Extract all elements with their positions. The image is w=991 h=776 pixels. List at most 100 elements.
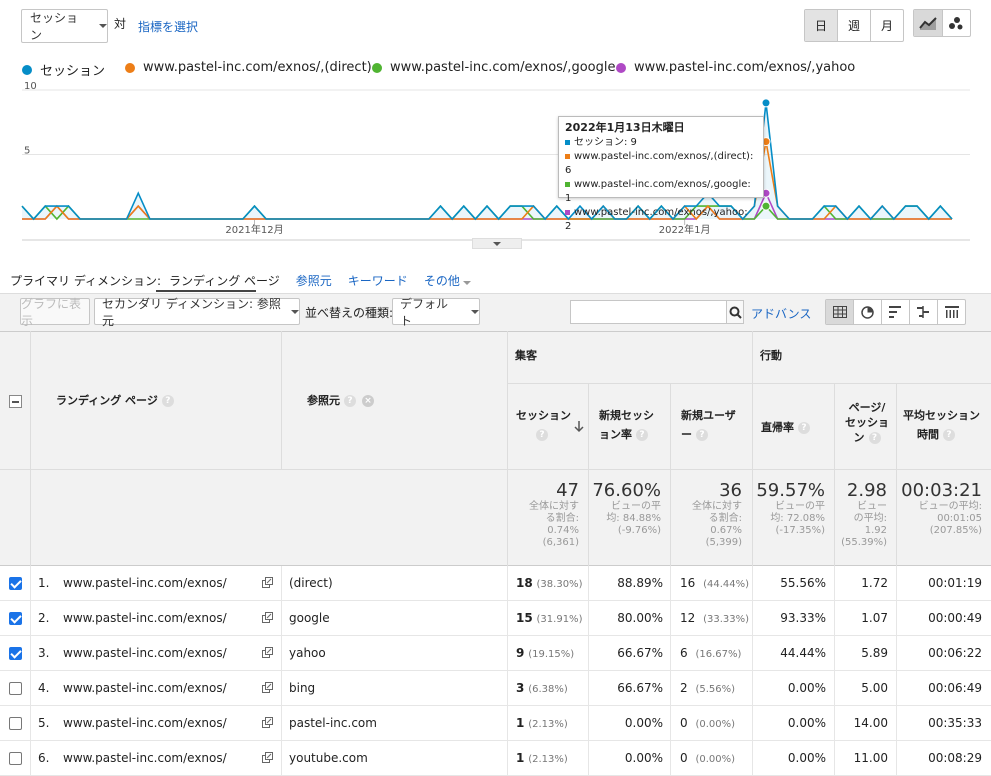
help-icon[interactable]: ?: [161, 395, 174, 407]
landing-page-link[interactable]: www.pastel-inc.com/exnos/: [63, 646, 227, 660]
header-new-users[interactable]: 新規ユーザ ー?: [681, 406, 736, 444]
help-icon[interactable]: ?: [868, 432, 881, 444]
total-new-sessions: 76.60% ビューの平 均: 84.88% (-9.76%): [592, 480, 661, 537]
sessions-value: 18 (38.30%): [516, 576, 583, 590]
search-button[interactable]: [726, 301, 743, 323]
row-checkbox[interactable]: [9, 612, 22, 625]
col-divider: [896, 636, 897, 671]
legend-item-direct[interactable]: www.pastel-inc.com/exnos/,(direct): [125, 60, 372, 75]
table-view-button[interactable]: [826, 300, 854, 324]
external-link-icon[interactable]: [262, 577, 273, 588]
help-icon[interactable]: ?: [943, 429, 955, 441]
chevron-down-icon: [99, 24, 107, 28]
row-checkbox[interactable]: [9, 752, 22, 765]
referrer-value[interactable]: pastel-inc.com: [289, 716, 377, 730]
secondary-dimension-select[interactable]: セカンダリ ディメンション: 参照元: [94, 297, 300, 328]
metric-select[interactable]: セッション: [21, 9, 108, 43]
chart-collapse-handle[interactable]: [472, 238, 522, 249]
header-landing-page[interactable]: ランディング ページ?: [56, 391, 174, 410]
landing-page-link[interactable]: www.pastel-inc.com/exnos/: [63, 611, 227, 625]
header-avg-session-duration[interactable]: 平均セッション 時間?: [903, 406, 980, 444]
landing-page-link[interactable]: www.pastel-inc.com/exnos/: [63, 716, 227, 730]
help-icon[interactable]: ?: [696, 429, 708, 441]
day-button[interactable]: 日: [805, 10, 838, 41]
new-sessions-value: 66.67%: [617, 646, 663, 660]
new-sessions-value: 88.89%: [617, 576, 663, 590]
referrer-value[interactable]: yahoo: [289, 646, 326, 660]
legend-item-yahoo[interactable]: www.pastel-inc.com/exnos/,yahoo: [616, 60, 855, 75]
motion-chart-button[interactable]: [943, 10, 971, 36]
help-icon[interactable]: ?: [798, 422, 810, 434]
landing-page-link[interactable]: www.pastel-inc.com/exnos/: [63, 681, 227, 695]
help-icon[interactable]: ?: [636, 429, 648, 441]
header-bounce-rate[interactable]: 直帰率?: [761, 418, 810, 437]
dim-landing-page[interactable]: ランディング ページ: [169, 272, 280, 289]
comparison-view-button[interactable]: [910, 300, 938, 324]
referrer-value[interactable]: bing: [289, 681, 315, 695]
col-divider: [30, 671, 31, 706]
legend-item-sessions[interactable]: セッション: [22, 60, 105, 79]
select-metric-link[interactable]: 指標を選択: [138, 18, 198, 35]
row-checkbox[interactable]: [9, 682, 22, 695]
sessions-value: 1 (2.13%): [516, 716, 568, 730]
col-divider: [588, 636, 589, 671]
referrer-value[interactable]: google: [289, 611, 330, 625]
help-icon[interactable]: ?: [536, 429, 548, 441]
landing-page-link[interactable]: www.pastel-inc.com/exnos/: [63, 576, 227, 590]
sort-desc-icon[interactable]: [574, 421, 584, 433]
header-referrer[interactable]: 参照元? ×: [307, 391, 374, 410]
col-divider: [896, 566, 897, 601]
sort-select[interactable]: デフォルト: [392, 297, 480, 328]
landing-page-link[interactable]: www.pastel-inc.com/exnos/: [63, 751, 227, 765]
highlight-point: [761, 201, 771, 211]
row-checkbox[interactable]: [9, 647, 22, 660]
col-divider: [507, 566, 508, 601]
header-pages-per-session[interactable]: ページ/ セッショ ン?: [843, 400, 891, 445]
dim-other[interactable]: その他: [424, 272, 471, 289]
external-link-icon[interactable]: [262, 717, 273, 728]
tooltip-line: www.pastel-inc.com/exnos/,(direct): 6: [565, 151, 754, 176]
external-link-icon[interactable]: [262, 752, 273, 763]
tooltip-square: [565, 181, 570, 187]
col-divider: [588, 671, 589, 706]
referrer-value[interactable]: youtube.com: [289, 751, 368, 765]
col-divider: [670, 601, 671, 636]
external-link-icon[interactable]: [262, 682, 273, 693]
row-number: 6.: [38, 751, 50, 765]
plot-rows-button[interactable]: グラフに表示: [20, 297, 90, 328]
remove-icon[interactable]: ×: [362, 395, 374, 407]
row-checkbox[interactable]: [9, 717, 22, 730]
pivot-view-button[interactable]: [938, 300, 965, 324]
header-sessions[interactable]: セッション ?: [516, 406, 571, 444]
line-chart-button[interactable]: [914, 10, 943, 36]
legend-item-google[interactable]: www.pastel-inc.com/exnos/,google: [372, 60, 615, 75]
external-link-icon[interactable]: [262, 647, 273, 658]
pie-view-button[interactable]: [854, 300, 882, 324]
line-chart[interactable]: 1052021年12月 2022年1月: [0, 80, 991, 250]
search-input[interactable]: [571, 301, 726, 323]
col-divider: [30, 741, 31, 776]
row-number: 3.: [38, 646, 50, 660]
dim-keyword[interactable]: キーワード: [348, 272, 408, 289]
help-icon[interactable]: ?: [344, 395, 356, 407]
select-all-checkbox[interactable]: [9, 395, 22, 408]
row-checkbox[interactable]: [9, 577, 22, 590]
secondary-dimension-label: セカンダリ ディメンション: 参照元: [102, 296, 281, 328]
new-users-value: 0 (0.00%): [680, 751, 736, 765]
col-divider: [281, 671, 282, 706]
col-divider: [281, 741, 282, 776]
header-new-sessions[interactable]: 新規セッシ ョン率?: [599, 406, 654, 444]
col-divider: [834, 566, 835, 601]
new-sessions-value: 0.00%: [624, 751, 663, 765]
col-divider: [670, 671, 671, 706]
dim-referrer[interactable]: 参照元: [296, 272, 332, 289]
referrer-value[interactable]: (direct): [289, 576, 333, 590]
tooltip-line: www.pastel-inc.com/exnos/,google: 1: [565, 179, 751, 204]
week-button[interactable]: 週: [838, 10, 871, 41]
performance-view-button[interactable]: [882, 300, 910, 324]
sessions-value: 1 (2.13%): [516, 751, 568, 765]
advanced-link[interactable]: アドバンス: [751, 305, 811, 322]
external-link-icon[interactable]: [262, 612, 273, 623]
tooltip-line: セッション: 9: [565, 136, 757, 150]
month-button[interactable]: 月: [871, 10, 903, 41]
